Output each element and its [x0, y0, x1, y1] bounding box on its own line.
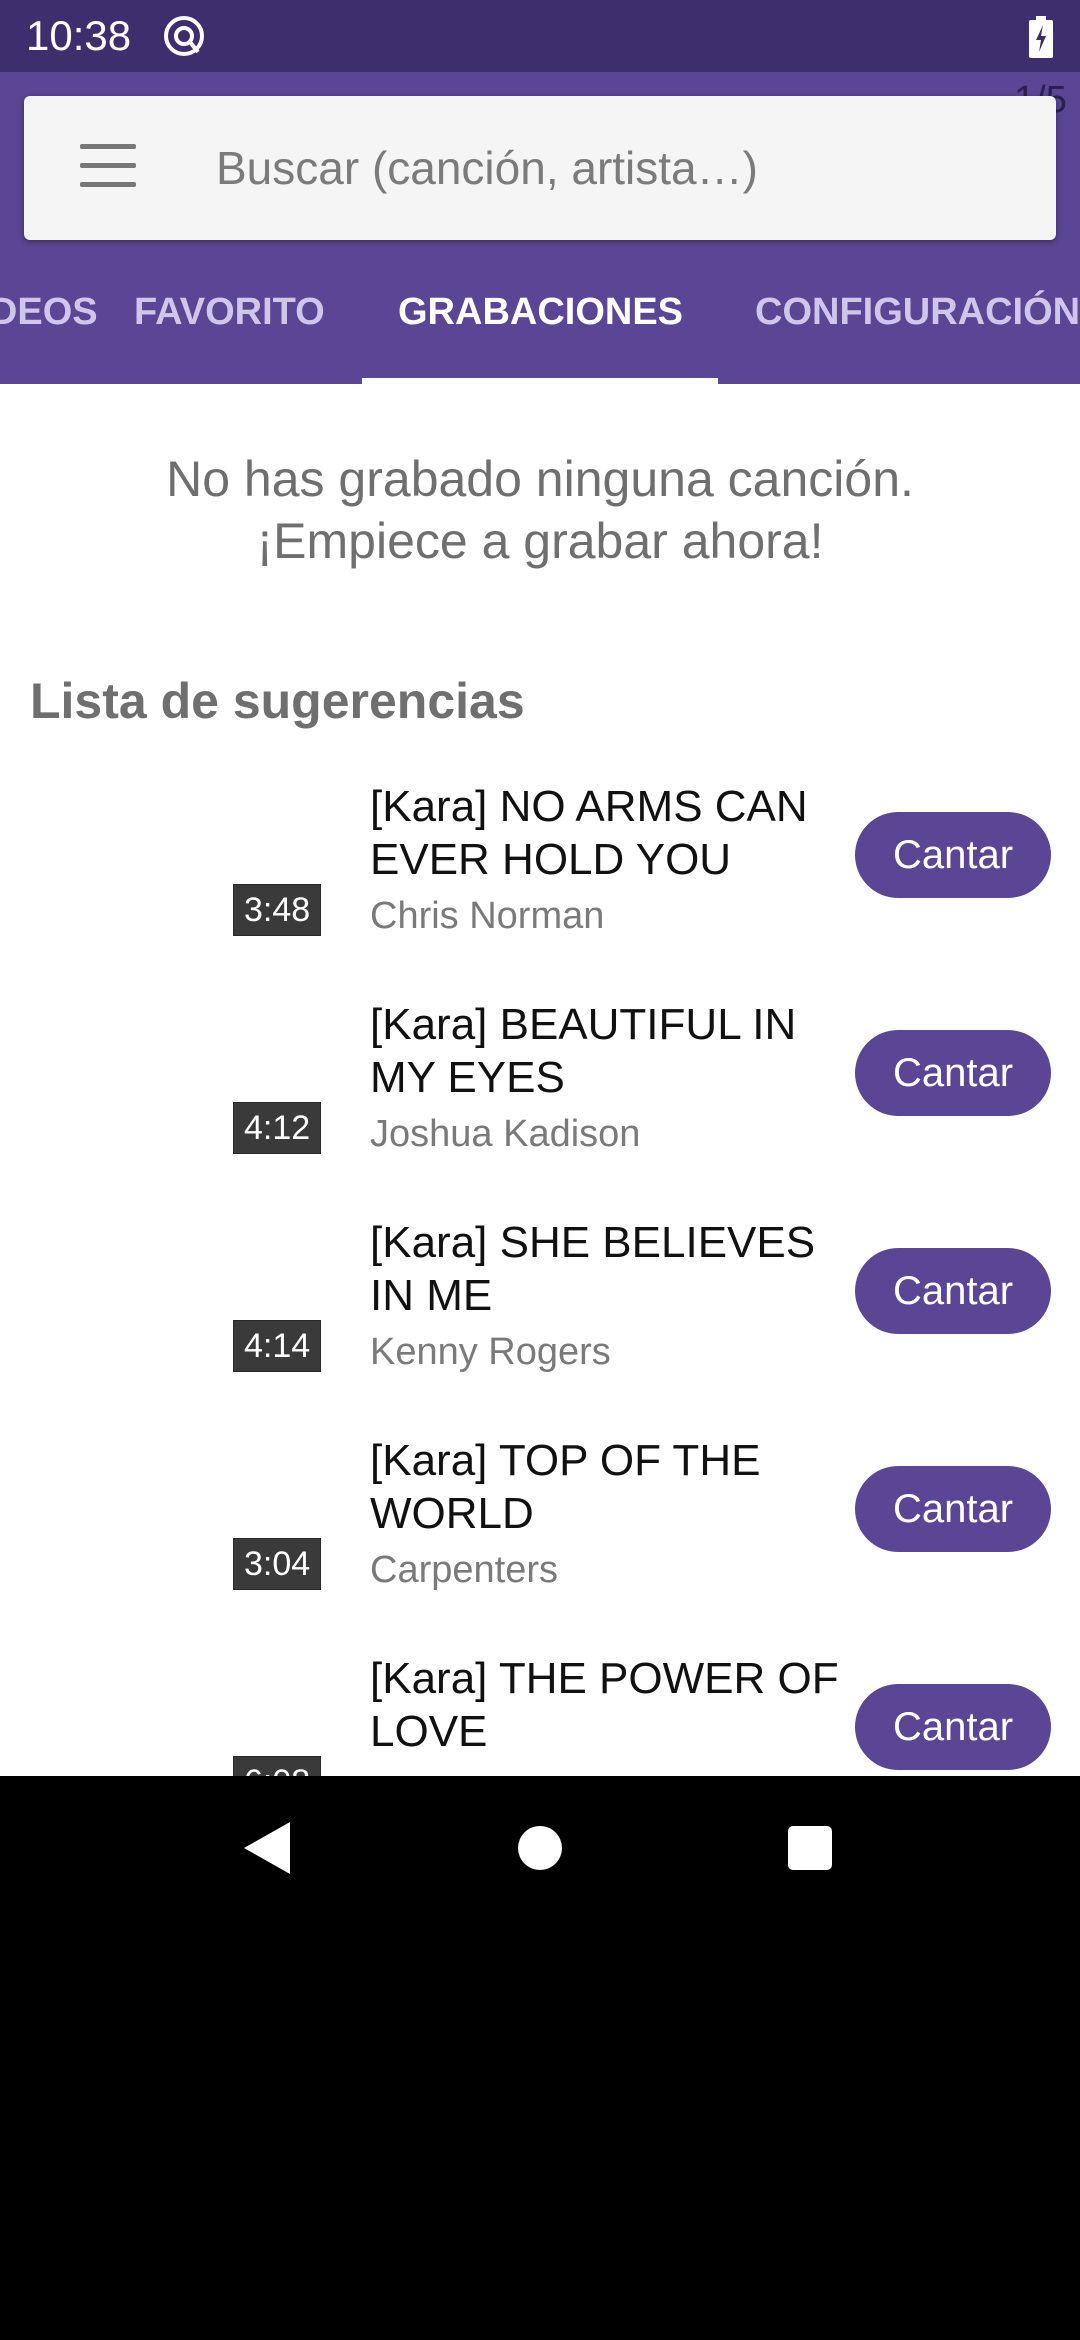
search-input[interactable]: Buscar (canción, artista…) [216, 96, 758, 240]
sing-button[interactable]: Cantar [855, 1684, 1051, 1770]
song-artist: Chris Norman [370, 895, 605, 937]
battery-charging-icon [1029, 16, 1053, 58]
status-time: 10:38 [26, 12, 132, 59]
back-icon[interactable] [244, 1822, 290, 1874]
empty-state-message: No has grabado ninguna canción. ¡Empiece… [0, 448, 1080, 572]
sing-button[interactable]: Cantar [855, 1248, 1051, 1334]
song-artist: Kenny Rogers [370, 1331, 611, 1373]
tab-grabaciones[interactable]: GRABACIONES [398, 240, 683, 384]
sing-button[interactable]: Cantar [855, 1466, 1051, 1552]
sing-button[interactable]: Cantar [855, 1030, 1051, 1116]
duration-badge: 3:48 [233, 884, 322, 936]
duration-badge: 3:04 [233, 1538, 322, 1590]
duration-badge: 4:14 [233, 1320, 322, 1372]
suggestion-item[interactable]: 4:12 [Kara] BEAUTIFUL IN MY EYES Joshua … [0, 998, 1080, 1216]
duration-badge: 4:12 [233, 1102, 322, 1154]
sing-button[interactable]: Cantar [855, 812, 1051, 898]
suggestion-item[interactable]: 4:14 [Kara] SHE BELIEVES IN ME Kenny Rog… [0, 1216, 1080, 1434]
suggestions-title: Lista de sugerencias [30, 673, 525, 729]
song-title: [Kara] NO ARMS CAN EVER HOLD YOU [370, 782, 808, 884]
song-title: [Kara] TOP OF THE WORLD [370, 1436, 761, 1538]
status-bar: 10:38 [0, 0, 1080, 72]
song-title: [Kara] SHE BELIEVES IN ME [370, 1218, 816, 1320]
suggestion-item[interactable]: 3:04 [Kara] TOP OF THE WORLD Carpenters … [0, 1434, 1080, 1652]
tab-bar: VIDEOS FAVORITO GRABACIONES CONFIGURACIÓ… [0, 240, 1080, 384]
system-nav-bar [0, 1776, 1080, 1920]
recent-apps-icon[interactable] [788, 1826, 832, 1870]
song-title: [Kara] BEAUTIFUL IN MY EYES [370, 1000, 797, 1102]
home-icon[interactable] [518, 1826, 562, 1870]
app-notification-icon [164, 16, 204, 56]
tab-configuracion[interactable]: CONFIGURACIÓN [755, 240, 1080, 384]
recordings-content: No has grabado ninguna canción. ¡Empiece… [0, 384, 1080, 1776]
duration-badge: 6:08 [233, 1756, 322, 1776]
menu-icon[interactable] [80, 140, 136, 196]
suggestion-item[interactable]: 6:08 [Kara] THE POWER OF LOVE Cantar [0, 1652, 1080, 1776]
search-bar[interactable]: Buscar (canción, artista…) [24, 96, 1056, 240]
song-title: [Kara] THE POWER OF LOVE [370, 1654, 839, 1756]
song-artist: Joshua Kadison [370, 1113, 641, 1155]
empty-state-line-1: No has grabado ninguna canción. [166, 451, 914, 507]
empty-state-line-2: ¡Empiece a grabar ahora! [256, 513, 824, 569]
tab-favorito[interactable]: FAVORITO [134, 240, 325, 384]
song-artist: Carpenters [370, 1549, 558, 1591]
tab-videos[interactable]: VIDEOS [0, 240, 98, 384]
suggestion-item[interactable]: 3:48 [Kara] NO ARMS CAN EVER HOLD YOU Ch… [0, 780, 1080, 998]
